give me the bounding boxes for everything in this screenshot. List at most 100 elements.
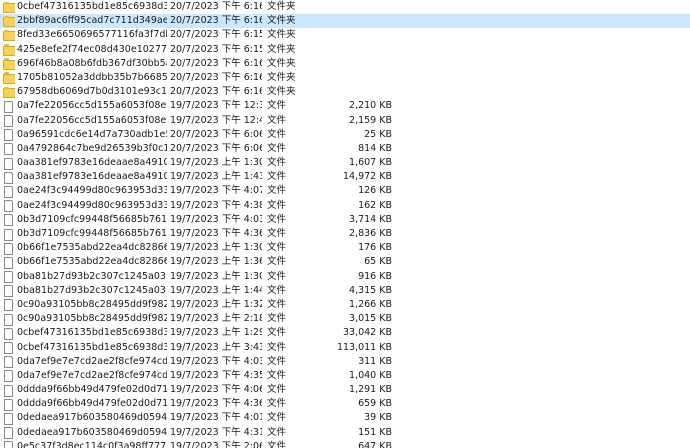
- modified-date: 20/7/2023 下午 6:06: [170, 128, 262, 140]
- file-row[interactable]: 0cbef47316135bd1e85c6938d3c2c...19/7/202…: [0, 341, 690, 355]
- file-name: 0ae24f3c94499d80c963953d33e56...: [17, 199, 167, 211]
- file-size: 311 KB: [358, 355, 392, 367]
- row-icon-cell: [3, 184, 15, 198]
- file-row[interactable]: 0ddda9f66bb49d479fe02d0d7127...19/7/2023…: [0, 383, 690, 397]
- file-row[interactable]: 0dedaea917b603580469d0594105...19/7/2023…: [0, 411, 690, 425]
- file-name: 0b3d7109cfc99448f56685b761fac3...: [17, 228, 167, 239]
- file-row[interactable]: 0cbef47316135bd1e85c6938d3c2c...19/7/202…: [0, 326, 690, 340]
- file-icon: [4, 342, 13, 354]
- file-name: 0c90a93105bb8c28495dd9f982da...: [17, 298, 167, 310]
- file-name: 0b66f1e7535abd22ea4dc82866d5...: [17, 242, 167, 254]
- file-row[interactable]: 0e5c37f3d8ec114c0f3a98ff7772a326...19/7/…: [0, 440, 690, 448]
- file-row[interactable]: 0b66f1e7535abd22ea4dc82866d5...19/7/2023…: [0, 241, 690, 255]
- folder-row[interactable]: 425e8efe2f74ec08d430e10277f80e...20/7/20…: [0, 43, 690, 57]
- modified-date: 19/7/2023 下午 4:03: [170, 213, 262, 225]
- file-row[interactable]: 0a7fe22056cc5d155a6053f08efcd9...19/7/20…: [0, 114, 690, 128]
- modified-date: 19/7/2023 上午 1:32: [170, 298, 262, 310]
- file-row[interactable]: 0aa381ef9783e16deaae8a49109b9...19/7/202…: [0, 156, 690, 170]
- file-row[interactable]: 0da7ef9e7e7cd2ae2f8cfe974cd253...19/7/20…: [0, 355, 690, 369]
- file-icon: [4, 285, 13, 298]
- modified-date: 20/7/2023 下午 6:16: [170, 57, 262, 69]
- file-row[interactable]: 0a7fe22056cc5d155a6053f08efcd9...19/7/20…: [0, 99, 690, 113]
- modified-date: 19/7/2023 下午 4:36: [170, 398, 262, 410]
- row-icon-cell: [3, 440, 15, 448]
- file-row[interactable]: 0b3d7109cfc99448f56685b761fac3...19/7/20…: [0, 227, 690, 241]
- file-row[interactable]: 0a96591cdc6e14d7a730adb1e5e9...20/7/2023…: [0, 128, 690, 142]
- file-list[interactable]: 0cbef47316135bd1e85c6938d3c2c...20/7/202…: [0, 0, 690, 448]
- file-size: 647 KB: [358, 440, 392, 448]
- modified-date: 19/7/2023 上午 1:30: [170, 242, 262, 254]
- file-size: 2,836 KB: [349, 228, 392, 239]
- row-icon-cell: [3, 43, 15, 57]
- file-size: 176 KB: [358, 242, 392, 254]
- file-name: 0a7fe22056cc5d155a6053f08efcd9...: [17, 114, 167, 126]
- file-row[interactable]: 0aa381ef9783e16deaae8a49109b9...19/7/202…: [0, 170, 690, 184]
- file-icon: [4, 115, 13, 127]
- file-row[interactable]: 0b66f1e7535abd22ea4dc82866d5...19/7/2023…: [0, 255, 690, 269]
- row-icon-cell: [3, 170, 15, 184]
- file-icon: [4, 356, 13, 369]
- file-row[interactable]: 0ae24f3c94499d80c963953d33e56...19/7/202…: [0, 199, 690, 213]
- file-row[interactable]: 0c90a93105bb8c28495dd9f982da...19/7/2023…: [0, 312, 690, 326]
- file-row[interactable]: 0ba81b27d93b2c307c1245a03391...19/7/2023…: [0, 284, 690, 298]
- file-size: 25 KB: [364, 128, 392, 140]
- file-row[interactable]: 0ddda9f66bb49d479fe02d0d7127...19/7/2023…: [0, 397, 690, 411]
- row-icon-cell: [3, 241, 15, 255]
- file-name: 425e8efe2f74ec08d430e10277f80e...: [17, 43, 167, 55]
- file-size: 814 KB: [358, 142, 392, 154]
- file-type: 文件: [267, 355, 287, 367]
- file-size: 1,291 KB: [349, 384, 392, 396]
- file-type: 文件: [267, 313, 287, 325]
- folder-icon: [3, 29, 15, 42]
- modified-date: 19/7/2023 下午 4:38: [170, 199, 262, 211]
- file-name: 1705b81052a3ddbb35b7b66852c4...: [17, 71, 167, 83]
- file-name: 0b3d7109cfc99448f56685b761fac3...: [17, 213, 167, 225]
- file-size: 4,315 KB: [349, 284, 392, 296]
- file-name: 0ba81b27d93b2c307c1245a03391...: [17, 284, 167, 296]
- folder-row[interactable]: 696f46b8a08b6fdb367df30bb5a7d...20/7/202…: [0, 57, 690, 71]
- file-name: 0c90a93105bb8c28495dd9f982da...: [17, 313, 167, 325]
- file-size: 3,714 KB: [349, 213, 392, 225]
- file-icon: [4, 370, 13, 383]
- modified-date: 20/7/2023 下午 6:16: [170, 86, 262, 98]
- file-type: 文件: [267, 142, 287, 154]
- file-size: 916 KB: [358, 270, 392, 282]
- file-row[interactable]: 0ae24f3c94499d80c963953d33e56...19/7/202…: [0, 184, 690, 198]
- file-size: 162 KB: [358, 199, 392, 211]
- row-icon-cell: [3, 355, 15, 369]
- file-icon: [4, 271, 13, 284]
- modified-date: 19/7/2023 下午 12:39: [170, 100, 262, 112]
- file-size: 2,159 KB: [349, 114, 392, 126]
- folder-row[interactable]: 2bbf89ac6ff95cad7c711d349ae341...20/7/20…: [0, 14, 690, 29]
- row-icon-cell: [3, 312, 15, 326]
- file-row[interactable]: 0da7ef9e7e7cd2ae2f8cfe974cd253...19/7/20…: [0, 369, 690, 383]
- row-icon-cell: [3, 255, 15, 269]
- folder-row[interactable]: 0cbef47316135bd1e85c6938d3c2c...20/7/202…: [0, 0, 690, 14]
- file-type: 文件: [267, 128, 287, 140]
- file-row[interactable]: 0a4792864c7be9d26539b3f0c1b92...20/7/202…: [0, 142, 690, 156]
- file-type: 文件: [267, 440, 287, 448]
- file-size: 14,972 KB: [342, 171, 392, 183]
- folder-icon: [3, 86, 15, 99]
- folder-row[interactable]: 1705b81052a3ddbb35b7b66852c4...20/7/2023…: [0, 71, 690, 85]
- file-icon: [4, 313, 13, 326]
- file-name: 0aa381ef9783e16deaae8a49109b9...: [17, 157, 167, 169]
- row-icon-cell: [3, 71, 15, 85]
- folder-row[interactable]: 67958db6069d7b0d3101e93c1523...20/7/2023…: [0, 85, 690, 99]
- row-icon-cell: [3, 128, 15, 142]
- file-name: 0a4792864c7be9d26539b3f0c1b92...: [17, 142, 167, 154]
- modified-date: 19/7/2023 下午 2:06: [170, 440, 262, 448]
- row-icon-cell: [3, 0, 15, 14]
- file-type: 文件: [267, 284, 287, 296]
- row-icon-cell: [3, 14, 15, 28]
- file-row[interactable]: 0dedaea917b603580469d0594105...19/7/2023…: [0, 426, 690, 440]
- file-icon: [4, 441, 13, 448]
- file-row[interactable]: 0ba81b27d93b2c307c1245a03391...19/7/2023…: [0, 270, 690, 284]
- file-row[interactable]: 0c90a93105bb8c28495dd9f982da...19/7/2023…: [0, 298, 690, 312]
- file-icon: [4, 100, 13, 113]
- file-type: 文件: [267, 171, 287, 183]
- folder-row[interactable]: 8fed33e6650696577116fa3f7db2b...20/7/202…: [0, 28, 690, 42]
- file-type: 文件: [267, 199, 287, 211]
- file-row[interactable]: 0b3d7109cfc99448f56685b761fac3...19/7/20…: [0, 213, 690, 227]
- file-size: 33,042 KB: [342, 327, 392, 339]
